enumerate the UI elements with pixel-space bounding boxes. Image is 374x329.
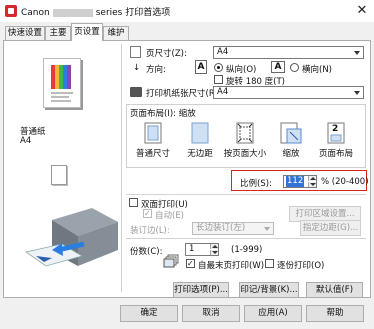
- landscape-icon: A: [271, 61, 285, 73]
- binding-side-value: 长边装订(左): [196, 223, 246, 233]
- canon-app-icon: [5, 5, 17, 17]
- fit-to-page-icon[interactable]: [232, 121, 258, 145]
- scaling-label: 比例(S):: [240, 179, 272, 189]
- copies-range: (1-999): [231, 245, 263, 255]
- apply-button[interactable]: 应用(A): [244, 305, 302, 322]
- portrait-icon: A: [195, 60, 207, 74]
- print-from-last-page-label[interactable]: 自最末页打印(W): [198, 259, 264, 271]
- ok-button[interactable]: 确定: [120, 305, 178, 322]
- orientation-arrow-icon: ↓: [133, 63, 141, 73]
- cancel-button[interactable]: 取消: [182, 305, 240, 322]
- help-button[interactable]: 帮助: [306, 305, 364, 322]
- defaults-button[interactable]: 默认值(F): [306, 282, 363, 298]
- tab-quick-setup[interactable]: 快速设置: [5, 26, 45, 40]
- portrait-radio[interactable]: [214, 63, 223, 72]
- normal-size-icon[interactable]: [140, 121, 166, 145]
- layout-page-layout-label[interactable]: 页面布局: [310, 147, 362, 159]
- paper-sheet-icon: [51, 165, 67, 185]
- stepper-down-icon[interactable]: [210, 250, 218, 255]
- title-brand: Canon: [21, 8, 50, 18]
- redacted-model-name: [52, 8, 93, 17]
- page-preview-thumbnail: [43, 58, 81, 108]
- page-stack-icon: [162, 254, 180, 270]
- layout-normal-label[interactable]: 普通尺寸: [127, 147, 179, 159]
- scaling-value[interactable]: 112: [286, 176, 305, 187]
- close-icon[interactable]: ✕: [353, 2, 371, 20]
- landscape-radio[interactable]: [290, 63, 299, 72]
- page-size-icon: [130, 46, 141, 58]
- page-layout-label: 页面布局(I): 缩放: [130, 109, 196, 119]
- chevron-down-icon: [354, 91, 360, 95]
- page-layout-icon[interactable]: 2: [323, 121, 349, 145]
- layout-fit-to-page-label[interactable]: 按页面大小: [219, 147, 271, 159]
- orientation-label: 方向:: [146, 65, 166, 75]
- tab-page-setup[interactable]: 页设置: [71, 23, 103, 41]
- binding-side-select[interactable]: 长边装订(左): [192, 222, 274, 235]
- tab-maintenance[interactable]: 维护: [103, 26, 129, 40]
- printer-paper-size-label: 打印机纸张尺寸(R):: [146, 89, 221, 99]
- duplex-checkbox[interactable]: [129, 198, 138, 207]
- stepper-down-icon[interactable]: [308, 182, 316, 187]
- chevron-down-icon: [264, 227, 270, 231]
- tab-main[interactable]: 主要: [45, 26, 71, 40]
- duplex-auto-label[interactable]: 自动(E): [155, 209, 184, 221]
- print-from-last-page-checkbox[interactable]: [186, 258, 195, 269]
- rotate-180-checkbox[interactable]: [214, 75, 223, 84]
- page-size-select[interactable]: A4: [213, 46, 364, 59]
- stepper-up-icon[interactable]: [308, 176, 316, 181]
- page-layout-badge: 2: [332, 124, 339, 134]
- copies-value[interactable]: 1: [189, 244, 194, 255]
- duplex-auto-checkbox[interactable]: [143, 208, 152, 219]
- preview-image: [51, 65, 71, 89]
- scaling-range: % (20-400): [321, 177, 369, 187]
- chevron-down-icon: [354, 51, 360, 55]
- title-rest: series 打印首选项: [95, 8, 171, 18]
- copies-stepper[interactable]: 1: [185, 243, 219, 256]
- preview-paper-size: A4: [20, 136, 32, 146]
- binding-side-label: 装订边(L):: [130, 226, 170, 236]
- scaling-stepper[interactable]: 112: [283, 175, 317, 188]
- scaled-icon[interactable]: [278, 121, 304, 145]
- stamp-background-button[interactable]: 印记/背景(K)...: [239, 282, 299, 298]
- collate-label[interactable]: 逐份打印(O): [277, 259, 324, 271]
- print-options-button[interactable]: 打印选项(P)...: [173, 282, 229, 298]
- printer-paper-icon: [130, 87, 142, 97]
- page-size-value: A4: [217, 47, 229, 57]
- copies-label: 份数(C):: [130, 247, 163, 257]
- collate-checkbox[interactable]: [265, 259, 274, 268]
- printer-illustration: [25, 208, 118, 267]
- specify-margin-button[interactable]: 指定边距(G)...: [300, 220, 361, 236]
- borderless-icon[interactable]: [187, 121, 213, 145]
- page-size-label: 页尺寸(Z):: [146, 49, 187, 59]
- landscape-label[interactable]: 横向(N): [302, 63, 332, 75]
- portrait-label[interactable]: 纵向(O): [226, 63, 256, 75]
- window-title: Canon series 打印首选项: [21, 5, 170, 18]
- printer-paper-size-value: A4: [217, 87, 229, 97]
- stepper-up-icon[interactable]: [210, 244, 218, 249]
- printer-paper-size-select[interactable]: A4: [213, 86, 364, 99]
